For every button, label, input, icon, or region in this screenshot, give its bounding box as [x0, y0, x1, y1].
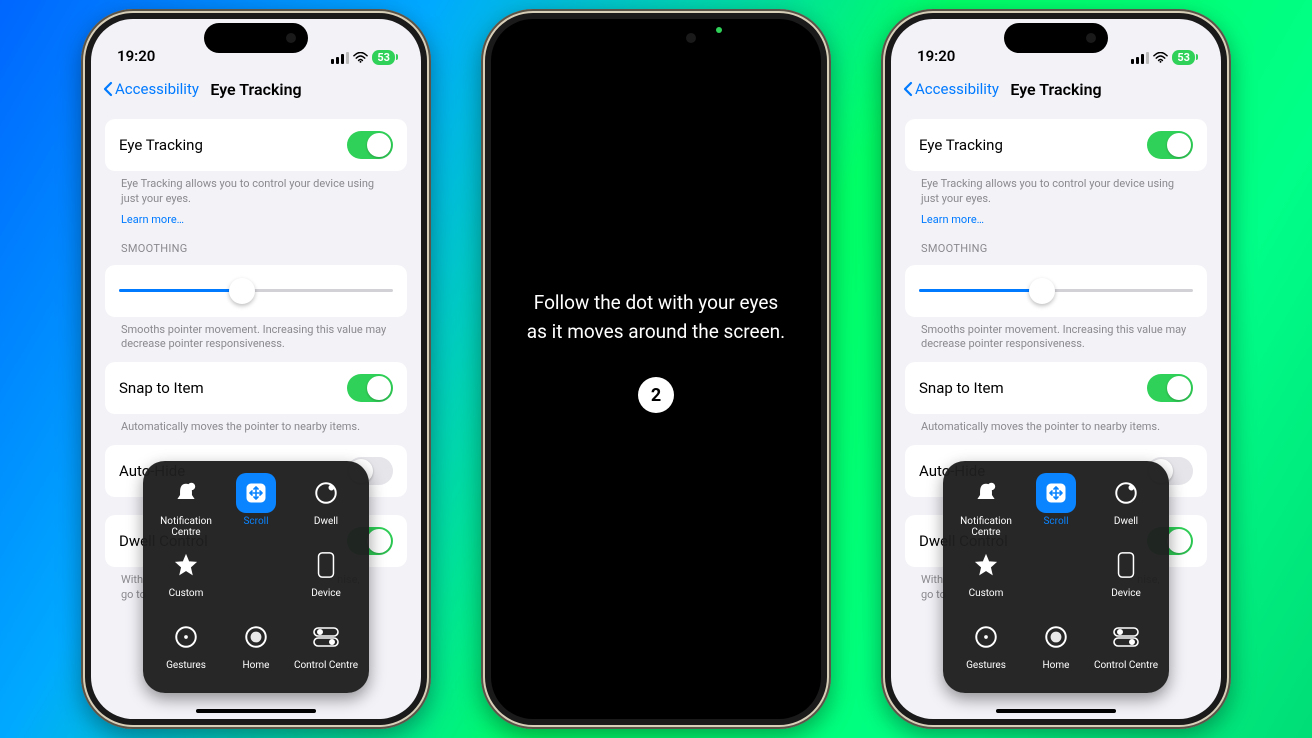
star-icon — [166, 545, 206, 585]
chevron-left-icon — [903, 81, 913, 97]
learn-more-link[interactable]: Learn more… — [105, 207, 407, 228]
at-control-centre[interactable]: Control Centre — [291, 617, 361, 683]
status-time: 19:20 — [117, 47, 155, 65]
dynamic-island — [1004, 23, 1108, 53]
smoothing-row — [905, 265, 1207, 317]
at-control-centre[interactable]: Control Centre — [1091, 617, 1161, 683]
page-title: Eye Tracking — [210, 80, 301, 99]
status-time: 19:20 — [917, 47, 955, 65]
at-device[interactable]: Device — [1091, 545, 1161, 611]
bell-icon — [966, 473, 1006, 513]
eye-tracking-desc: Eye Tracking allows you to control your … — [905, 171, 1207, 207]
battery-icon: 53 — [1172, 50, 1195, 65]
at-dwell[interactable]: Dwell — [291, 473, 361, 539]
dynamic-island — [204, 23, 308, 53]
gestures-icon — [966, 617, 1006, 657]
smoothing-slider[interactable] — [919, 277, 1193, 305]
at-gestures[interactable]: Gestures — [151, 617, 221, 683]
eye-tracking-row: Eye Tracking — [105, 119, 407, 171]
smoothing-desc: Smooths pointer movement. Increasing thi… — [105, 317, 407, 353]
dwell-icon — [1106, 473, 1146, 513]
star-icon — [966, 545, 1006, 585]
wifi-icon — [353, 52, 368, 64]
device-icon — [1106, 545, 1146, 585]
home-icon — [1036, 617, 1076, 657]
at-gestures[interactable]: Gestures — [951, 617, 1021, 683]
snap-label: Snap to Item — [119, 379, 204, 397]
snap-desc: Automatically moves the pointer to nearb… — [105, 414, 407, 435]
dynamic-island — [604, 23, 708, 53]
phone-center: Follow the dot with your eyes as it move… — [481, 9, 831, 729]
cellular-icon — [1131, 52, 1149, 64]
snap-row: Snap to Item — [905, 362, 1207, 414]
chevron-left-icon — [103, 81, 113, 97]
device-icon — [306, 545, 346, 585]
eye-tracking-row: Eye Tracking — [905, 119, 1207, 171]
calibration-dot: 2 — [638, 377, 674, 413]
home-indicator[interactable] — [196, 709, 316, 713]
eye-tracking-desc: Eye Tracking allows you to control your … — [105, 171, 407, 207]
snap-desc: Automatically moves the pointer to nearb… — [905, 414, 1207, 435]
at-notification-centre[interactable]: Notification Centre — [151, 473, 221, 539]
snap-label: Snap to Item — [919, 379, 1004, 397]
battery-icon: 53 — [372, 50, 395, 65]
control-centre-icon — [306, 617, 346, 657]
at-empty — [221, 545, 291, 611]
at-device[interactable]: Device — [291, 545, 361, 611]
snap-row: Snap to Item — [105, 362, 407, 414]
smoothing-slider[interactable] — [119, 277, 393, 305]
eye-tracking-toggle[interactable] — [347, 131, 393, 159]
at-home[interactable]: Home — [221, 617, 291, 683]
eye-tracking-label: Eye Tracking — [919, 136, 1003, 154]
eye-tracking-toggle[interactable] — [1147, 131, 1193, 159]
dwell-icon — [306, 473, 346, 513]
cellular-icon — [331, 52, 349, 64]
scroll-icon — [1036, 473, 1076, 513]
learn-more-link[interactable]: Learn more… — [905, 207, 1207, 228]
gestures-icon — [166, 617, 206, 657]
snap-toggle[interactable] — [347, 374, 393, 402]
at-custom[interactable]: Custom — [951, 545, 1021, 611]
home-icon — [236, 617, 276, 657]
home-indicator[interactable] — [996, 709, 1116, 713]
page-title: Eye Tracking — [1010, 80, 1101, 99]
back-button[interactable]: Accessibility — [903, 80, 999, 98]
smoothing-desc: Smooths pointer movement. Increasing thi… — [905, 317, 1207, 353]
smoothing-header: SMOOTHING — [105, 228, 407, 255]
control-centre-icon — [1106, 617, 1146, 657]
at-custom[interactable]: Custom — [151, 545, 221, 611]
phone-left: 19:20 53 Accessibility Eye Tracking Eye … — [81, 9, 431, 729]
at-dwell[interactable]: Dwell — [1091, 473, 1161, 539]
back-button[interactable]: Accessibility — [103, 80, 199, 98]
eye-tracking-label: Eye Tracking — [119, 136, 203, 154]
phone-right: 19:20 53 Accessibility Eye Tracking Eye … — [881, 9, 1231, 729]
smoothing-row — [105, 265, 407, 317]
at-scroll[interactable]: Scroll — [1021, 473, 1091, 539]
snap-toggle[interactable] — [1147, 374, 1193, 402]
smoothing-header: SMOOTHING — [905, 228, 1207, 255]
assistivetouch-menu[interactable]: Notification Centre Scroll Dwell Custom … — [943, 461, 1169, 693]
wifi-icon — [1153, 52, 1168, 64]
at-home[interactable]: Home — [1021, 617, 1091, 683]
scroll-icon — [236, 473, 276, 513]
assistivetouch-menu[interactable]: Notification Centre Scroll Dwell Custom … — [143, 461, 369, 693]
at-empty — [1021, 545, 1091, 611]
calibration-instruction: Follow the dot with your eyes as it move… — [491, 289, 821, 346]
navigation-bar: Accessibility Eye Tracking — [91, 69, 421, 109]
bell-icon — [166, 473, 206, 513]
at-notification-centre[interactable]: Notification Centre — [951, 473, 1021, 539]
at-scroll[interactable]: Scroll — [221, 473, 291, 539]
navigation-bar: Accessibility Eye Tracking — [891, 69, 1221, 109]
